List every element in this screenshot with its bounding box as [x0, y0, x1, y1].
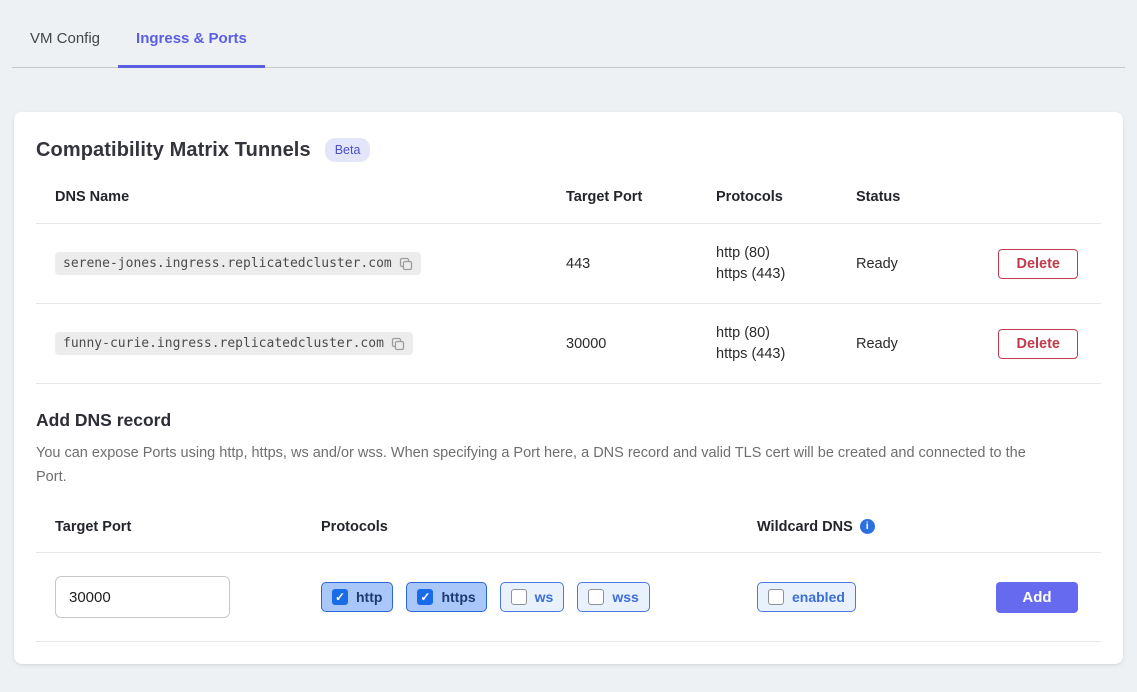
tab-ingress-ports[interactable]: Ingress & Ports: [118, 30, 265, 68]
https-checkbox-pill[interactable]: https: [406, 582, 486, 612]
col-header-dns-name: DNS Name: [36, 189, 547, 205]
checkbox-label: wss: [612, 589, 638, 605]
protocol-options: http https ws wss: [302, 582, 738, 612]
col-header-protocols: Protocols: [697, 189, 837, 205]
status-value: Ready: [837, 256, 977, 272]
checkbox-box-icon: [417, 589, 433, 605]
dns-name-pill: serene-jones.ingress.replicatedcluster.c…: [55, 252, 421, 275]
dns-name-pill: funny-curie.ingress.replicatedcluster.co…: [55, 332, 413, 355]
form-header-row: Target Port Protocols Wildcard DNS: [36, 501, 1101, 553]
copy-icon[interactable]: [391, 337, 405, 351]
add-dns-record-title: Add DNS record: [36, 410, 1101, 431]
tab-bar: VM Config Ingress & Ports: [12, 0, 1125, 68]
status-value: Ready: [837, 336, 977, 352]
tunnels-card: Compatibility Matrix Tunnels Beta DNS Na…: [14, 112, 1123, 664]
copy-icon[interactable]: [399, 257, 413, 271]
target-port-value: 30000: [547, 336, 697, 352]
col-header-target-port: Target Port: [547, 189, 697, 205]
form-header-target-port: Target Port: [36, 519, 302, 535]
dns-name-text: serene-jones.ingress.replicatedcluster.c…: [63, 256, 392, 271]
checkbox-label: https: [441, 589, 475, 605]
target-port-input[interactable]: [55, 576, 230, 618]
ws-checkbox-pill[interactable]: ws: [500, 582, 565, 612]
checkbox-label: ws: [535, 589, 554, 605]
checkbox-label: http: [356, 589, 382, 605]
protocol-line: https (443): [716, 264, 837, 285]
protocol-line: http (80): [716, 243, 837, 264]
wss-checkbox-pill[interactable]: wss: [577, 582, 649, 612]
delete-button[interactable]: Delete: [998, 249, 1078, 279]
checkbox-box-icon: [588, 589, 604, 605]
form-header-wildcard-dns: Wildcard DNS: [757, 519, 853, 535]
form-header-protocols: Protocols: [302, 519, 738, 535]
add-button[interactable]: Add: [996, 582, 1078, 613]
table-row: funny-curie.ingress.replicatedcluster.co…: [36, 304, 1101, 384]
checkbox-box-icon: [511, 589, 527, 605]
dns-name-text: funny-curie.ingress.replicatedcluster.co…: [63, 336, 384, 351]
table-header-row: DNS Name Target Port Protocols Status: [36, 170, 1101, 224]
http-checkbox-pill[interactable]: http: [321, 582, 393, 612]
target-port-value: 443: [547, 256, 697, 272]
col-header-status: Status: [837, 189, 977, 205]
table-row: serene-jones.ingress.replicatedcluster.c…: [36, 224, 1101, 304]
delete-button[interactable]: Delete: [998, 329, 1078, 359]
checkbox-box-icon: [768, 589, 784, 605]
info-icon[interactable]: [860, 519, 875, 534]
form-row: http https ws wss enabled: [36, 553, 1101, 642]
page-title: Compatibility Matrix Tunnels: [36, 139, 311, 162]
protocol-line: http (80): [716, 323, 837, 344]
checkbox-label: enabled: [792, 589, 845, 605]
checkbox-box-icon: [332, 589, 348, 605]
card-header: Compatibility Matrix Tunnels Beta: [36, 138, 1101, 162]
beta-badge: Beta: [325, 138, 371, 162]
add-dns-record-description: You can expose Ports using http, https, …: [36, 441, 1051, 489]
protocols-value: http (80) https (443): [697, 243, 837, 285]
protocols-value: http (80) https (443): [697, 323, 837, 365]
tab-vm-config[interactable]: VM Config: [12, 30, 118, 67]
protocol-line: https (443): [716, 344, 837, 365]
wildcard-enabled-checkbox-pill[interactable]: enabled: [757, 582, 856, 612]
